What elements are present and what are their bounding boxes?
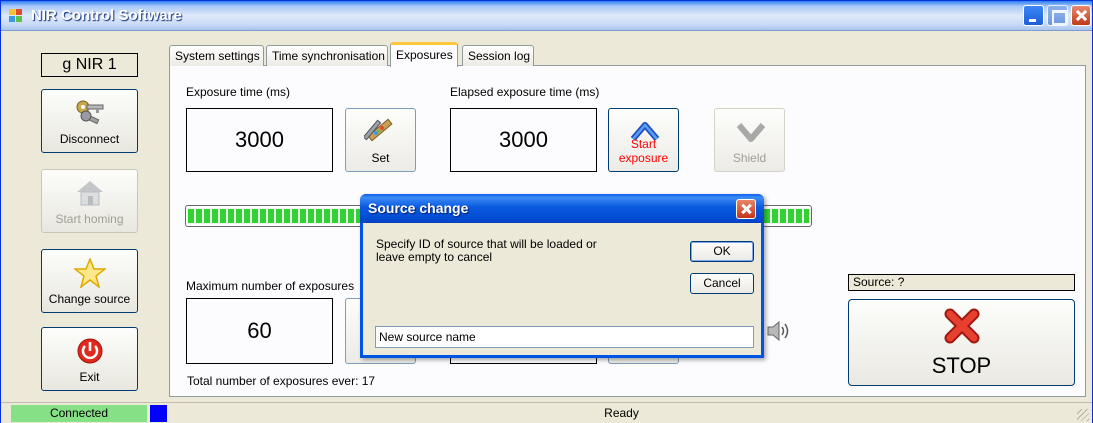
set-button[interactable]: Set: [345, 108, 416, 172]
tools-icon: [364, 118, 393, 142]
stop-button[interactable]: STOP: [848, 299, 1075, 386]
source-indicator: Source: ?: [848, 274, 1075, 291]
exposure-time-value: 3000: [186, 108, 333, 172]
tab-time-synchronisation[interactable]: Time synchronisation: [266, 45, 388, 66]
tab-session-log[interactable]: Session log: [462, 45, 534, 66]
start-exposure-label: Start exposure: [618, 137, 669, 165]
maximize-button[interactable]: [1047, 5, 1068, 26]
set-label: Set: [371, 151, 390, 165]
status-indicator: [150, 405, 167, 422]
elapsed-exposure-value: 3000: [450, 108, 597, 172]
max-exposures-label: Maximum number of exposures: [186, 279, 355, 293]
dialog-close-button[interactable]: [736, 199, 756, 219]
stop-label: STOP: [931, 353, 992, 378]
shield-label: Shield: [732, 151, 767, 165]
close-button[interactable]: [1071, 5, 1091, 26]
red-x-icon: [944, 308, 980, 344]
minimize-button[interactable]: [1023, 5, 1044, 26]
cancel-button[interactable]: Cancel: [690, 273, 754, 294]
disconnect-button[interactable]: Disconnect: [41, 89, 138, 153]
tab-exposures[interactable]: Exposures: [390, 42, 458, 67]
app-icon: [9, 9, 23, 23]
source-change-dialog: Source change Specify ID of source that …: [360, 194, 764, 358]
change-source-button[interactable]: Change source: [41, 249, 138, 313]
ready-status: Ready: [604, 406, 639, 420]
power-icon: [77, 338, 103, 364]
tab-system-settings[interactable]: System settings: [169, 45, 264, 66]
speaker-icon[interactable]: [766, 318, 790, 344]
dialog-message: Specify ID of source that will be loaded…: [376, 237, 597, 264]
star-icon: [74, 258, 106, 288]
keys-icon: [76, 100, 104, 125]
connection-status: Connected: [11, 405, 147, 422]
exposure-time-label: Exposure time (ms): [186, 85, 291, 99]
exit-label: Exit: [79, 370, 100, 384]
chevron-down-icon: [736, 123, 766, 142]
resize-grip[interactable]: [1077, 409, 1089, 421]
window-title: NIR Control Software: [31, 7, 182, 24]
ok-button[interactable]: OK: [690, 241, 754, 262]
source-name-input[interactable]: [375, 326, 754, 348]
max-exposures-value: 60: [186, 298, 333, 364]
start-homing-label: Start homing: [55, 212, 124, 226]
title-bar[interactable]: NIR Control Software: [1, 1, 1092, 31]
dialog-title: Source change: [368, 200, 469, 216]
dialog-title-bar[interactable]: Source change: [360, 194, 764, 223]
change-source-label: Change source: [48, 292, 131, 306]
start-exposure-button[interactable]: Start exposure: [608, 108, 679, 172]
shield-button[interactable]: Shield: [714, 108, 785, 172]
device-label: g NIR 1: [41, 53, 138, 77]
elapsed-exposure-label: Elapsed exposure time (ms): [450, 85, 600, 99]
start-homing-button[interactable]: Start homing: [41, 169, 138, 233]
main-window: NIR Control Software g NIR 1 Disconnect …: [0, 0, 1093, 423]
total-exposures-text: Total number of exposures ever: 17: [187, 374, 376, 388]
status-bar: Connected Ready: [1, 402, 1092, 423]
house-icon: [77, 181, 103, 206]
disconnect-label: Disconnect: [59, 132, 120, 146]
exit-button[interactable]: Exit: [41, 327, 138, 391]
